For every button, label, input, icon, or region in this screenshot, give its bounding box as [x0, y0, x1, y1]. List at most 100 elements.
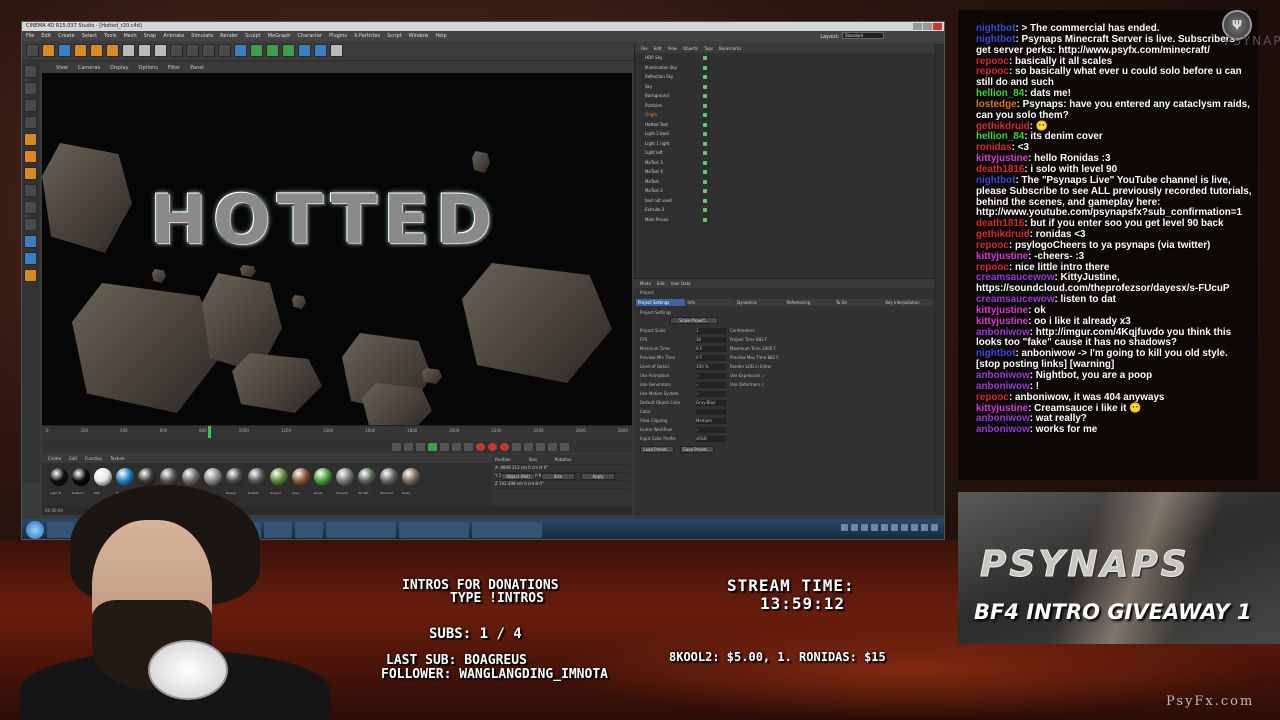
visibility-icon[interactable]: [703, 56, 707, 60]
visibility-icon[interactable]: [703, 160, 707, 165]
visibility-icon[interactable]: [703, 75, 707, 79]
chat-username[interactable]: repooc: [976, 66, 1009, 77]
material-swatch[interactable]: [380, 468, 398, 486]
position-key-icon[interactable]: [512, 443, 521, 451]
timeline[interactable]: 0 200 400 600 800 1000 1200 1400 1600 1800 2000 220…: [42, 425, 632, 441]
pla-key-icon[interactable]: [560, 443, 569, 451]
window-titlebar[interactable]: CINEMA 4D R15.037 Studio - [Hotted_r20.c…: [22, 22, 944, 31]
chat-username[interactable]: kittyjustine: [976, 316, 1028, 327]
coord-button[interactable]: Object (Rel): [501, 473, 535, 480]
chat-username[interactable]: nightbot: [976, 175, 1015, 186]
object-menu-bookmarks[interactable]: Bookmarks: [719, 44, 741, 53]
object-row[interactable]: Light left: [635, 148, 934, 158]
go-to-end-icon[interactable]: [464, 443, 473, 451]
tray-icon[interactable]: [881, 524, 888, 531]
menu-item-simulate[interactable]: Simulate: [191, 31, 213, 41]
chat-username[interactable]: lostedge: [976, 99, 1017, 110]
rotation-key-icon[interactable]: [524, 443, 533, 451]
attr-field[interactable]: ✓: [696, 381, 726, 388]
render-settings-icon[interactable]: [218, 44, 231, 57]
keyframe-selection-icon[interactable]: [500, 443, 509, 451]
attr-field[interactable]: ✓: [696, 372, 726, 379]
chat-username[interactable]: anboniwow: [976, 413, 1030, 424]
coord-button[interactable]: Apply: [581, 473, 615, 480]
chat-username[interactable]: kittyjustine: [976, 305, 1028, 316]
chat-username[interactable]: repooc: [976, 262, 1009, 273]
attr-field[interactable]: Gray-Blue: [696, 399, 726, 406]
menu-item-sculpt[interactable]: Sculpt: [245, 31, 261, 41]
attr-tab-to-do[interactable]: To Do: [834, 299, 883, 306]
tray-icon[interactable]: [891, 524, 898, 531]
object-row[interactable]: Hotted Text: [635, 120, 934, 129]
coordinate-system-icon[interactable]: [170, 44, 183, 57]
chat-username[interactable]: gethikdruid: [976, 121, 1030, 132]
menu-item-window[interactable]: Window: [409, 31, 429, 41]
taskbar-window-button[interactable]: [326, 522, 396, 538]
object-row[interactable]: text not used: [635, 196, 934, 205]
object-row[interactable]: Origin: [635, 110, 934, 120]
chat-username[interactable]: kittyjustine: [976, 153, 1028, 164]
camera-icon[interactable]: [314, 44, 327, 57]
array-icon[interactable]: [266, 44, 279, 57]
object-row[interactable]: MoText 3: [635, 158, 934, 167]
previous-key-icon[interactable]: [404, 443, 413, 451]
next-key-icon[interactable]: [452, 443, 461, 451]
object-row[interactable]: Sky: [635, 82, 934, 91]
visibility-icon[interactable]: [703, 122, 707, 127]
attr-tab-key-interpolation[interactable]: Key Interpolation: [883, 299, 932, 306]
planar-workplane-icon[interactable]: [24, 252, 37, 265]
menu-item-script[interactable]: Script: [387, 31, 402, 41]
chat-username[interactable]: kittyjustine: [976, 251, 1028, 262]
undo-icon[interactable]: [26, 44, 39, 57]
texture-mode-icon[interactable]: [24, 99, 37, 112]
previous-frame-icon[interactable]: [416, 443, 425, 451]
visibility-icon[interactable]: [703, 179, 707, 184]
scale-key-icon[interactable]: [536, 443, 545, 451]
viewport-menu-filter[interactable]: Filter: [168, 64, 180, 73]
viewport-menu-view[interactable]: View: [56, 64, 68, 73]
menu-item-plugins[interactable]: Plugins: [329, 31, 347, 41]
visibility-icon[interactable]: [703, 132, 707, 136]
tray-icon[interactable]: [871, 524, 878, 531]
tray-icon[interactable]: [851, 524, 858, 531]
chat-username[interactable]: anboniwow: [976, 381, 1030, 392]
attr-field[interactable]: 0 F: [696, 354, 726, 361]
light-icon[interactable]: [330, 44, 343, 57]
object-menu-view[interactable]: View: [667, 44, 677, 53]
tray-icon[interactable]: [931, 524, 938, 531]
attr-menu-edit[interactable]: Edit: [657, 279, 665, 288]
visibility-icon[interactable]: [703, 84, 707, 89]
chat-username[interactable]: kittyjustine: [976, 403, 1028, 414]
chat-username[interactable]: nightbot: [976, 34, 1015, 45]
object-row[interactable]: HDR Sky: [635, 53, 934, 63]
close-button[interactable]: [933, 23, 942, 30]
cube-icon[interactable]: [234, 44, 247, 57]
recent-tool-icon[interactable]: [106, 44, 119, 57]
tray-icon[interactable]: [911, 524, 918, 531]
live-selection-icon[interactable]: [42, 44, 55, 57]
menu-item-character[interactable]: Character: [297, 31, 322, 41]
object-menu-edit[interactable]: Edit: [654, 44, 662, 53]
visibility-icon[interactable]: [703, 103, 707, 108]
chat-username[interactable]: nightbot: [976, 348, 1015, 359]
material-menu-edit[interactable]: Edit: [69, 456, 77, 461]
object-row[interactable]: Illumination Sky: [635, 63, 934, 72]
object-menu-tags[interactable]: Tags: [704, 44, 713, 53]
maximize-button[interactable]: [923, 23, 932, 30]
tweak-mode-icon[interactable]: [24, 201, 37, 214]
object-menu-objects[interactable]: Objects: [683, 44, 698, 53]
deformer-icon[interactable]: [282, 44, 295, 57]
menu-item-x-particles[interactable]: X-Particles: [354, 31, 380, 41]
material-menu-texture[interactable]: Texture: [110, 456, 125, 461]
object-row[interactable]: MoText 2: [635, 186, 934, 196]
menu-item-help[interactable]: Help: [435, 31, 446, 41]
polygons-mode-icon[interactable]: [24, 167, 37, 180]
object-row[interactable]: Extrude 2: [635, 205, 934, 215]
attr-field[interactable]: Medium: [696, 417, 726, 424]
coord-row[interactable]: X -4949.313 cm 0 cm H 0°: [495, 465, 629, 473]
chat-username[interactable]: creamsaucewow: [976, 294, 1055, 305]
snap-icon[interactable]: [24, 218, 37, 231]
viewport-menu-options[interactable]: Options: [139, 64, 158, 73]
object-row[interactable]: Light 1 right: [635, 139, 934, 148]
render-picture-viewer-icon[interactable]: [202, 44, 215, 57]
